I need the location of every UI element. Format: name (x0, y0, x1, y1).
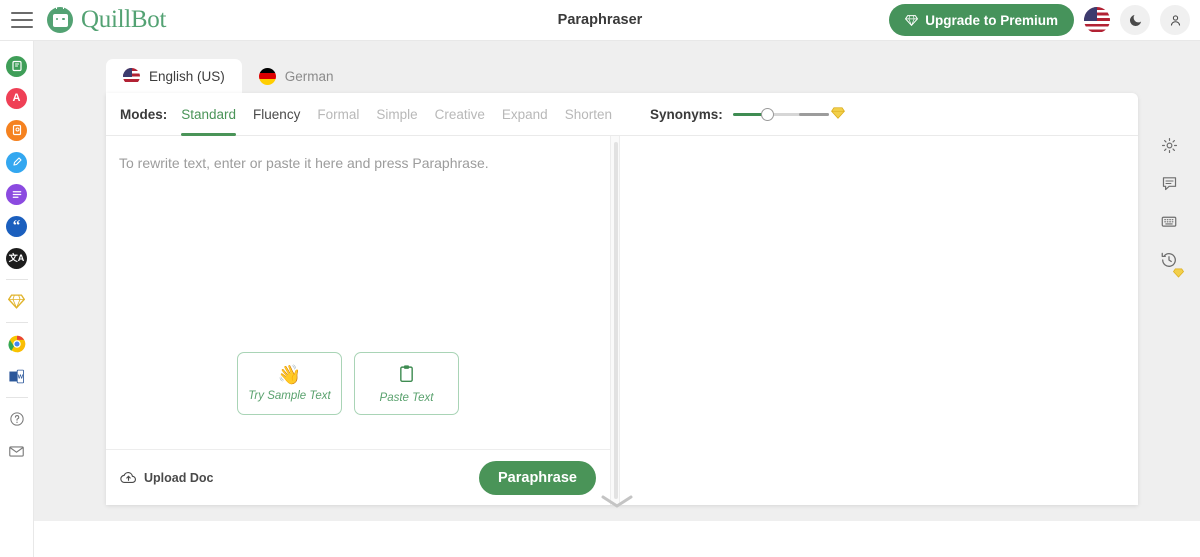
mode-formal[interactable]: Formal (317, 93, 359, 136)
app-header: QuillBot Paraphraser Upgrade to Premium (0, 0, 1200, 41)
settings-button[interactable] (1161, 137, 1178, 159)
synonyms-slider[interactable] (732, 105, 845, 123)
keyboard-shortcuts-button[interactable] (1160, 213, 1178, 235)
history-icon (1161, 252, 1176, 267)
mode-shorten[interactable]: Shorten (565, 93, 612, 136)
upload-doc-label: Upload Doc (144, 470, 214, 485)
language-flag-button[interactable] (1084, 7, 1110, 33)
tab-label: German (284, 68, 334, 84)
upload-doc-button[interactable]: Upload Doc (120, 470, 213, 485)
co-writer-icon (6, 151, 27, 173)
sidebar-item-co-writer[interactable] (0, 146, 34, 178)
sidebar-item-help[interactable] (0, 403, 34, 435)
mode-standard[interactable]: Standard (181, 93, 236, 136)
sidebar-item-premium[interactable] (0, 285, 34, 317)
gear-icon (1161, 137, 1177, 154)
paraphrase-button[interactable]: Paraphrase (479, 460, 596, 495)
synonyms-control: Synonyms: (649, 105, 845, 123)
slider-track-premium (798, 113, 829, 116)
de-flag-icon (258, 67, 276, 85)
moon-icon (1129, 14, 1141, 26)
cloud-upload-icon (120, 472, 136, 484)
header-actions: Upgrade to Premium (889, 4, 1190, 36)
brand-name: QuillBot (81, 6, 167, 33)
plagiarism-checker-icon (6, 119, 27, 141)
tab-german[interactable]: German (242, 59, 351, 93)
diamond-icon (830, 107, 845, 119)
clipboard-icon (398, 364, 415, 387)
brand-logo[interactable]: QuillBot (47, 4, 167, 34)
sidebar-divider (5, 322, 28, 323)
person-icon (1170, 14, 1180, 26)
citation-generator-icon: “ (6, 215, 27, 237)
quillbot-mark-icon (47, 4, 73, 33)
dark-mode-toggle[interactable] (1120, 5, 1150, 35)
word-icon: W (9, 369, 25, 383)
language-tabs: English (US) German (106, 59, 351, 93)
help-icon (9, 412, 24, 426)
hamburger-bar (11, 26, 33, 28)
diamond-icon (905, 14, 919, 26)
waving-hand-icon: 👋 (277, 364, 302, 386)
sidebar-item-chrome-extension[interactable] (0, 328, 34, 360)
synonyms-label: Synonyms: (649, 106, 723, 122)
feedback-button[interactable] (1161, 175, 1178, 197)
output-pane (620, 136, 1138, 505)
sidebar-item-grammar-checker[interactable]: A (0, 82, 34, 114)
sidebar-item-summarizer[interactable] (0, 178, 34, 210)
bottom-strip (34, 521, 1200, 557)
sidebar-item-plagiarism-checker[interactable] (0, 114, 34, 146)
history-button[interactable] (1160, 251, 1184, 278)
comment-icon (1162, 177, 1176, 191)
upgrade-label: Upgrade to Premium (925, 12, 1058, 28)
right-toolbar (1138, 93, 1200, 278)
modes-bar: Modes: Standard Fluency Formal Simple Cr… (106, 93, 1138, 136)
sidebar-item-paraphraser[interactable] (0, 50, 34, 82)
tab-english-us[interactable]: English (US) (106, 59, 242, 93)
mode-fluency[interactable]: Fluency (253, 93, 300, 136)
chevron-down-icon (601, 495, 633, 508)
hamburger-icon[interactable] (11, 12, 33, 28)
diamond-icon (8, 293, 25, 309)
summarizer-icon (6, 183, 27, 205)
svg-text:W: W (18, 374, 24, 380)
chrome-icon (7, 335, 25, 353)
pane-divider[interactable] (610, 136, 620, 505)
mode-expand[interactable]: Expand (502, 93, 548, 136)
mode-simple[interactable]: Simple (376, 93, 417, 136)
try-sample-text-button[interactable]: 👋 Try Sample Text (237, 352, 342, 415)
modes-label: Modes: (120, 106, 168, 122)
tab-label: English (US) (149, 68, 225, 84)
sidebar-divider (5, 279, 28, 280)
mode-creative[interactable]: Creative (435, 93, 485, 136)
sidebar-item-contact[interactable] (0, 435, 34, 467)
paste-text-label: Paste Text (379, 391, 434, 404)
workspace: English (US) German Modes: Standard Flue… (34, 41, 1200, 557)
paraphraser-card: Modes: Standard Fluency Formal Simple Cr… (106, 93, 1138, 505)
slider-thumb[interactable] (760, 108, 774, 121)
grammar-checker-icon: A (6, 87, 27, 109)
left-sidebar: A “ 文A W (0, 41, 34, 557)
paste-text-button[interactable]: Paste Text (354, 352, 459, 415)
sidebar-divider (5, 397, 28, 398)
slider-track-filled (732, 113, 765, 116)
mail-icon (9, 445, 24, 457)
sidebar-item-citation-generator[interactable]: “ (0, 210, 34, 242)
editor-placeholder: To rewrite text, enter or paste it here … (119, 155, 489, 171)
account-button[interactable] (1160, 5, 1190, 35)
expand-panel-button[interactable] (34, 493, 1200, 509)
sidebar-item-translator[interactable]: 文A (0, 242, 34, 274)
try-sample-text-label: Try Sample Text (248, 389, 331, 402)
us-flag-icon (123, 67, 140, 85)
upgrade-to-premium-button[interactable]: Upgrade to Premium (889, 4, 1074, 36)
translator-icon: 文A (6, 247, 27, 269)
sample-actions: 👋 Try Sample Text Paste Text (237, 352, 459, 415)
sidebar-item-word-addin[interactable]: W (0, 360, 34, 392)
keyboard-icon (1161, 216, 1177, 227)
diamond-icon (1173, 268, 1184, 278)
hamburger-bar (11, 12, 33, 14)
paraphraser-icon (6, 55, 27, 77)
hamburger-bar (11, 19, 33, 21)
